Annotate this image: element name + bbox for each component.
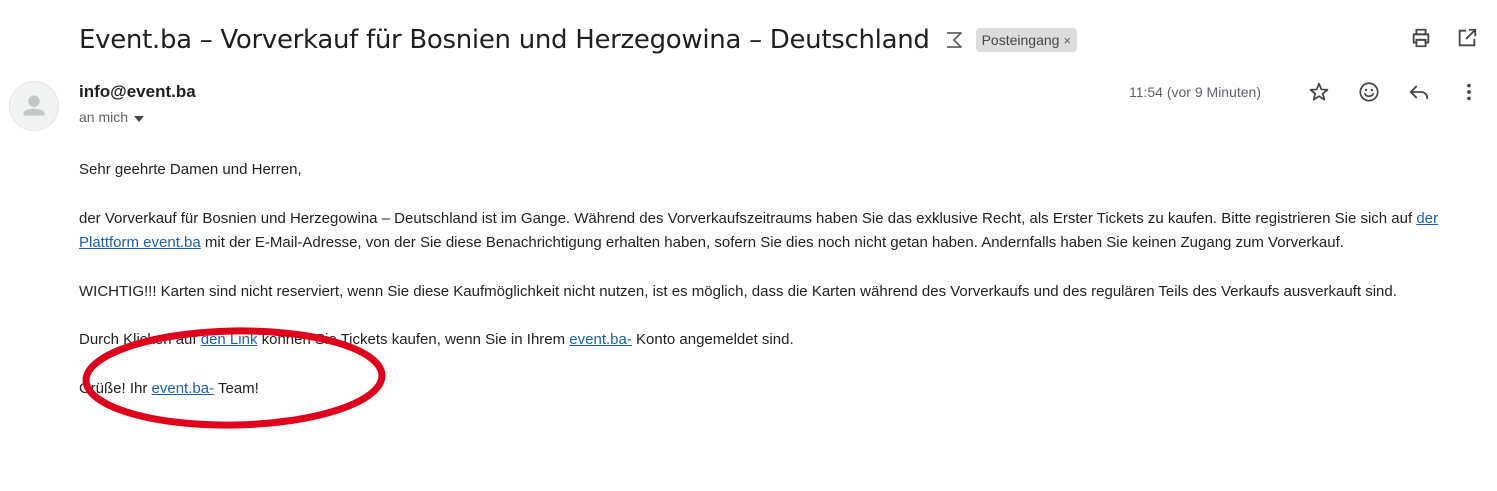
body-p4-text-b: Team!	[214, 379, 259, 397]
message-meta: 11:54 (vor 9 Minuten)	[1129, 80, 1481, 104]
body-greeting: Sehr geehrte Damen und Herren,	[79, 161, 302, 178]
reply-icon[interactable]	[1407, 80, 1431, 104]
ticket-link[interactable]: den Link	[201, 331, 258, 348]
recipient-label: an mich	[79, 109, 129, 125]
emoji-reaction-icon[interactable]	[1357, 80, 1381, 104]
more-options-icon[interactable]	[1457, 80, 1481, 104]
label-chip-text: Posteingang	[981, 32, 1060, 48]
body-p3-text-c: Konto angemeldet sind.	[631, 331, 794, 348]
account-link[interactable]: event.ba-	[569, 331, 632, 348]
body-paragraph-1: der Vorverkauf für Bosnien und Herzegowi…	[79, 207, 1479, 256]
body-signature: Grüße! Ihr event.ba- Team!	[79, 377, 1479, 402]
open-in-new-window-icon[interactable]	[1455, 26, 1479, 50]
top-actions	[1409, 26, 1479, 50]
default-avatar-icon	[23, 95, 45, 116]
team-link[interactable]: event.ba-	[152, 380, 215, 397]
message-timestamp: 11:54 (vor 9 Minuten)	[1128, 84, 1261, 100]
subject-row: Event.ba – Vorverkauf für Bosnien und He…	[79, 20, 1477, 60]
print-icon[interactable]	[1409, 26, 1433, 50]
importance-marker-icon[interactable]	[944, 29, 966, 51]
body-p3-text-a: Durch Klicken auf	[79, 331, 201, 348]
caret-down-icon	[134, 109, 145, 125]
body-paragraph-3: Durch Klicken auf den Link können Sie Ti…	[79, 328, 1479, 353]
body-p1-text-a: der Vorverkauf für Bosnien und Herzegowi…	[79, 209, 1417, 227]
email-body: Sehr geehrte Damen und Herren, der Vorve…	[79, 158, 1479, 425]
body-p3-text-b: können Sie Tickets kaufen, wenn Sie in I…	[257, 331, 570, 348]
body-paragraph-2: WICHTIG!!! Karten sind nicht reserviert,…	[79, 282, 1397, 300]
sender-email[interactable]: info@event.ba	[79, 82, 196, 102]
label-chip-inbox: Posteingang ×	[975, 28, 1078, 52]
body-p4-text-a: Grüße! Ihr	[79, 379, 152, 397]
star-icon[interactable]	[1307, 80, 1331, 104]
body-p1-text-b: mit der E-Mail-Adresse, von der Sie dies…	[200, 234, 1344, 251]
email-subject: Event.ba – Vorverkauf für Bosnien und He…	[79, 25, 930, 55]
remove-label-button[interactable]: ×	[1063, 33, 1071, 48]
recipient-details-toggle[interactable]: an mich	[79, 109, 145, 125]
sender-avatar[interactable]	[9, 81, 59, 131]
